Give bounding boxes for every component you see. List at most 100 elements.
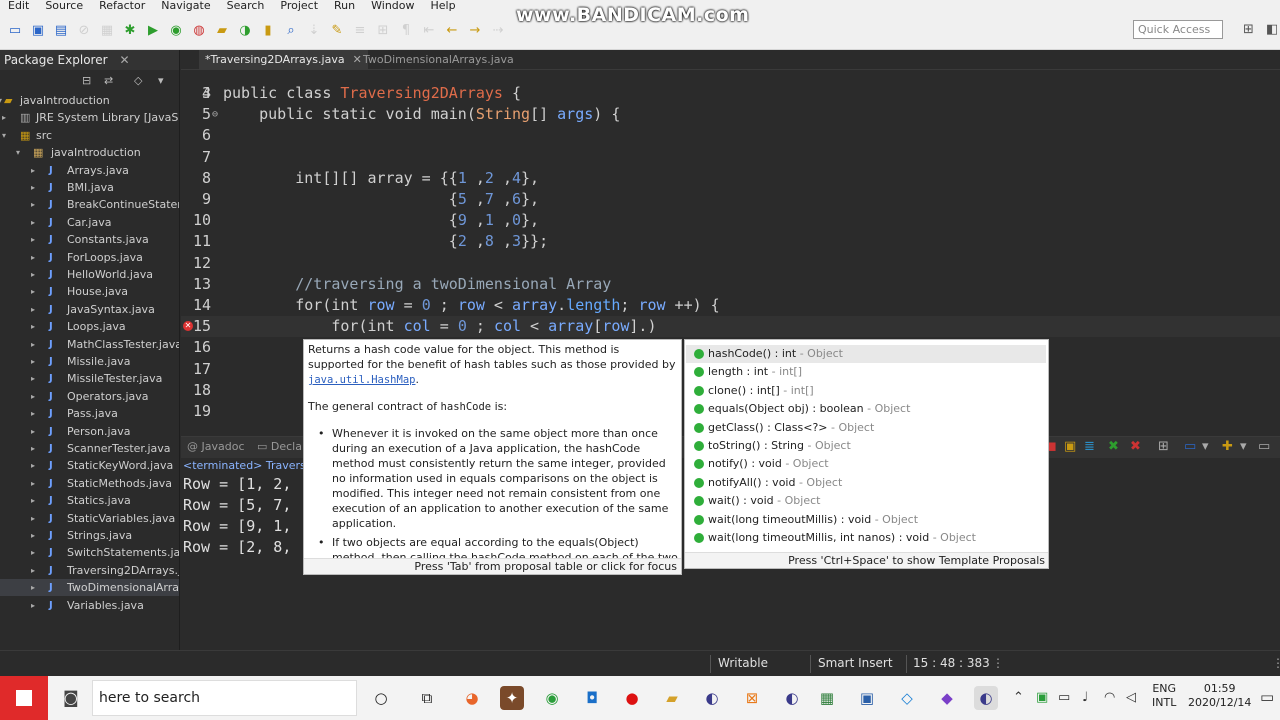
chrome-icon[interactable]: ◉ — [540, 686, 564, 710]
vscode-icon[interactable]: ◇ — [895, 686, 919, 710]
view-menu-icon[interactable]: ▾ — [158, 74, 164, 87]
chevron-right-icon[interactable]: ▸ — [31, 423, 35, 440]
status-menu-icon[interactable]: ⋮ — [992, 656, 1004, 670]
menu-refactor[interactable]: Refactor — [91, 0, 153, 12]
collapse-all-icon[interactable]: ⊟ — [82, 74, 91, 87]
app-icon[interactable]: ✦ — [500, 686, 524, 710]
quick-access-input[interactable]: Quick Access — [1133, 20, 1223, 39]
next-annotation-icon[interactable]: ⇣ — [305, 22, 323, 40]
new-console-icon[interactable]: ✚ — [1222, 439, 1233, 454]
new-class-icon[interactable]: ◑ — [236, 22, 254, 40]
debug-icon[interactable]: ✱ — [121, 22, 139, 40]
new-package-icon[interactable]: ▰ — [213, 22, 231, 40]
chevron-right-icon[interactable]: ▸ — [31, 196, 35, 213]
battery-icon[interactable]: ▭ — [1058, 690, 1070, 705]
chevron-right-icon[interactable]: ▸ — [2, 109, 6, 126]
tree-item-java-file[interactable]: ▸ J Traversing2DArrays.jav — [0, 562, 179, 579]
tree-item-java-file[interactable]: ▸ J BMI.java — [0, 179, 179, 196]
chevron-right-icon[interactable]: ▸ — [31, 249, 35, 266]
tree-item-java-file[interactable]: ▸ J BreakContinueStatem — [0, 196, 179, 213]
proposal-item[interactable]: hashCode() : int - Object — [686, 345, 1046, 363]
store-icon[interactable]: ▣ — [855, 686, 879, 710]
fold-icon[interactable]: ⊖ — [212, 104, 218, 125]
chevron-right-icon[interactable]: ▸ — [31, 336, 35, 353]
lock-icon[interactable]: ▣ — [1064, 439, 1076, 454]
network-app-icon[interactable]: ▣ — [1036, 690, 1048, 705]
visual-studio-icon[interactable]: ◆ — [935, 686, 959, 710]
proposal-item[interactable]: wait() : void - Object — [686, 492, 1046, 510]
toggle-mark-occurrences-icon[interactable]: ✎ — [328, 22, 346, 40]
menu-project[interactable]: Project — [272, 0, 326, 12]
record-stop-icon[interactable] — [0, 676, 48, 720]
proposal-item[interactable]: wait(long timeoutMillis, int nanos) : vo… — [686, 529, 1046, 547]
tree-item-project[interactable]: ▾▰ javaIntroduction — [0, 92, 179, 109]
proposal-item[interactable]: length : int - int[] — [686, 363, 1046, 381]
chevron-right-icon[interactable]: ▸ — [31, 440, 35, 457]
chevron-right-icon[interactable]: ▸ — [31, 353, 35, 370]
tree-item-java-file[interactable]: ▸ J Pass.java — [0, 405, 179, 422]
tree-item-java-file[interactable]: ▸ J ForLoops.java — [0, 249, 179, 266]
terminal-icon[interactable]: ▦ — [98, 22, 116, 40]
remove-all-icon[interactable]: ✖ — [1130, 439, 1141, 454]
bandicam-icon[interactable]: ● — [620, 686, 644, 710]
save-icon[interactable]: ▣ — [29, 22, 47, 40]
tree-item-jre[interactable]: ▸ ▥ JRE System Library [JavaSE-1 — [0, 109, 179, 126]
tree-item-java-file[interactable]: ▸ J Missile.java — [0, 353, 179, 370]
chevron-right-icon[interactable]: ▸ — [31, 370, 35, 387]
chevron-right-icon[interactable]: ▸ — [31, 597, 35, 614]
tree-item-java-file[interactable]: ▸ J MathClassTester.java — [0, 336, 179, 353]
menu-run[interactable]: Run — [326, 0, 363, 12]
chevron-right-icon[interactable]: ▸ — [31, 266, 35, 283]
java-perspective-icon[interactable]: ◧ — [1266, 22, 1278, 37]
file-explorer-icon[interactable]: ▰ — [660, 686, 684, 710]
tree-item-java-file[interactable]: ▸ J JavaSyntax.java — [0, 301, 179, 318]
proposal-item[interactable]: notify() : void - Object — [686, 455, 1046, 473]
link-editor-icon[interactable]: ⇄ — [104, 74, 113, 87]
task-view-icon[interactable]: ⧉ — [415, 686, 439, 710]
content-assist-popup[interactable]: hashCode() : int - Object length : int - … — [684, 339, 1049, 569]
menu-search[interactable]: Search — [219, 0, 273, 12]
chevron-down-icon[interactable]: ▾ — [1240, 439, 1247, 454]
chevron-right-icon[interactable]: ▸ — [31, 179, 35, 196]
menu-source[interactable]: Source — [37, 0, 91, 12]
menu-edit[interactable]: Edit — [0, 0, 37, 12]
chevron-right-icon[interactable]: ▸ — [31, 388, 35, 405]
run-icon[interactable]: ▶ — [144, 22, 162, 40]
chevron-down-icon[interactable]: ▾ — [0, 92, 2, 109]
new-icon[interactable]: ▭ — [6, 22, 24, 40]
tree-item-java-file[interactable]: ▸ J Person.java — [0, 423, 179, 440]
eclipse-icon[interactable]: ◐ — [700, 686, 724, 710]
menu-navigate[interactable]: Navigate — [153, 0, 218, 12]
tree-item-java-file[interactable]: ▸ J Car.java — [0, 214, 179, 231]
chevron-down-icon[interactable]: ▾ — [1202, 439, 1209, 454]
block-selection-icon[interactable]: ⊞ — [374, 22, 392, 40]
chevron-right-icon[interactable]: ▸ — [31, 405, 35, 422]
chevron-right-icon[interactable]: ▸ — [31, 318, 35, 335]
tree-item-java-file[interactable]: ▸ J Loops.java — [0, 318, 179, 335]
minimize-icon[interactable]: ▭ — [1258, 439, 1270, 454]
hashmap-link[interactable]: java.util.HashMap — [308, 374, 415, 386]
proposal-item[interactable]: notifyAll() : void - Object — [686, 474, 1046, 492]
volume-icon[interactable]: ◁ — [1126, 690, 1136, 705]
spreadsheet-icon[interactable]: ▦ — [815, 686, 839, 710]
tree-item-java-file[interactable]: ▸ J Constants.java — [0, 231, 179, 248]
tree-item-java-file[interactable]: ▸ J StaticKeyWord.java — [0, 457, 179, 474]
proposal-item[interactable]: clone() : int[] - int[] — [686, 382, 1046, 400]
chevron-right-icon[interactable]: ▸ — [31, 544, 35, 561]
chevron-right-icon[interactable]: ▸ — [31, 214, 35, 231]
tree-item-java-file[interactable]: ▸ J Variables.java — [0, 597, 179, 614]
chevron-right-icon[interactable]: ▸ — [31, 579, 35, 596]
open-type-icon[interactable]: ▮ — [259, 22, 277, 40]
menu-window[interactable]: Window — [363, 0, 422, 12]
proposal-item[interactable]: toString() : String - Object — [686, 437, 1046, 455]
chevron-right-icon[interactable]: ▸ — [31, 527, 35, 544]
tree-item-java-file[interactable]: ▸ J MissileTester.java — [0, 370, 179, 387]
chevron-right-icon[interactable]: ▸ — [31, 562, 35, 579]
chevron-right-icon[interactable]: ▸ — [31, 492, 35, 509]
back-icon[interactable]: ← — [443, 22, 461, 40]
tab-traversing2darrays[interactable]: *Traversing2DArrays.java ✕ — [199, 50, 368, 70]
cortana-icon[interactable]: ○ — [369, 686, 393, 710]
tree-item-java-file[interactable]: ▸ J Operators.java — [0, 388, 179, 405]
tree-item-java-file[interactable]: ▸ J Arrays.java — [0, 162, 179, 179]
forward-icon[interactable]: → — [466, 22, 484, 40]
